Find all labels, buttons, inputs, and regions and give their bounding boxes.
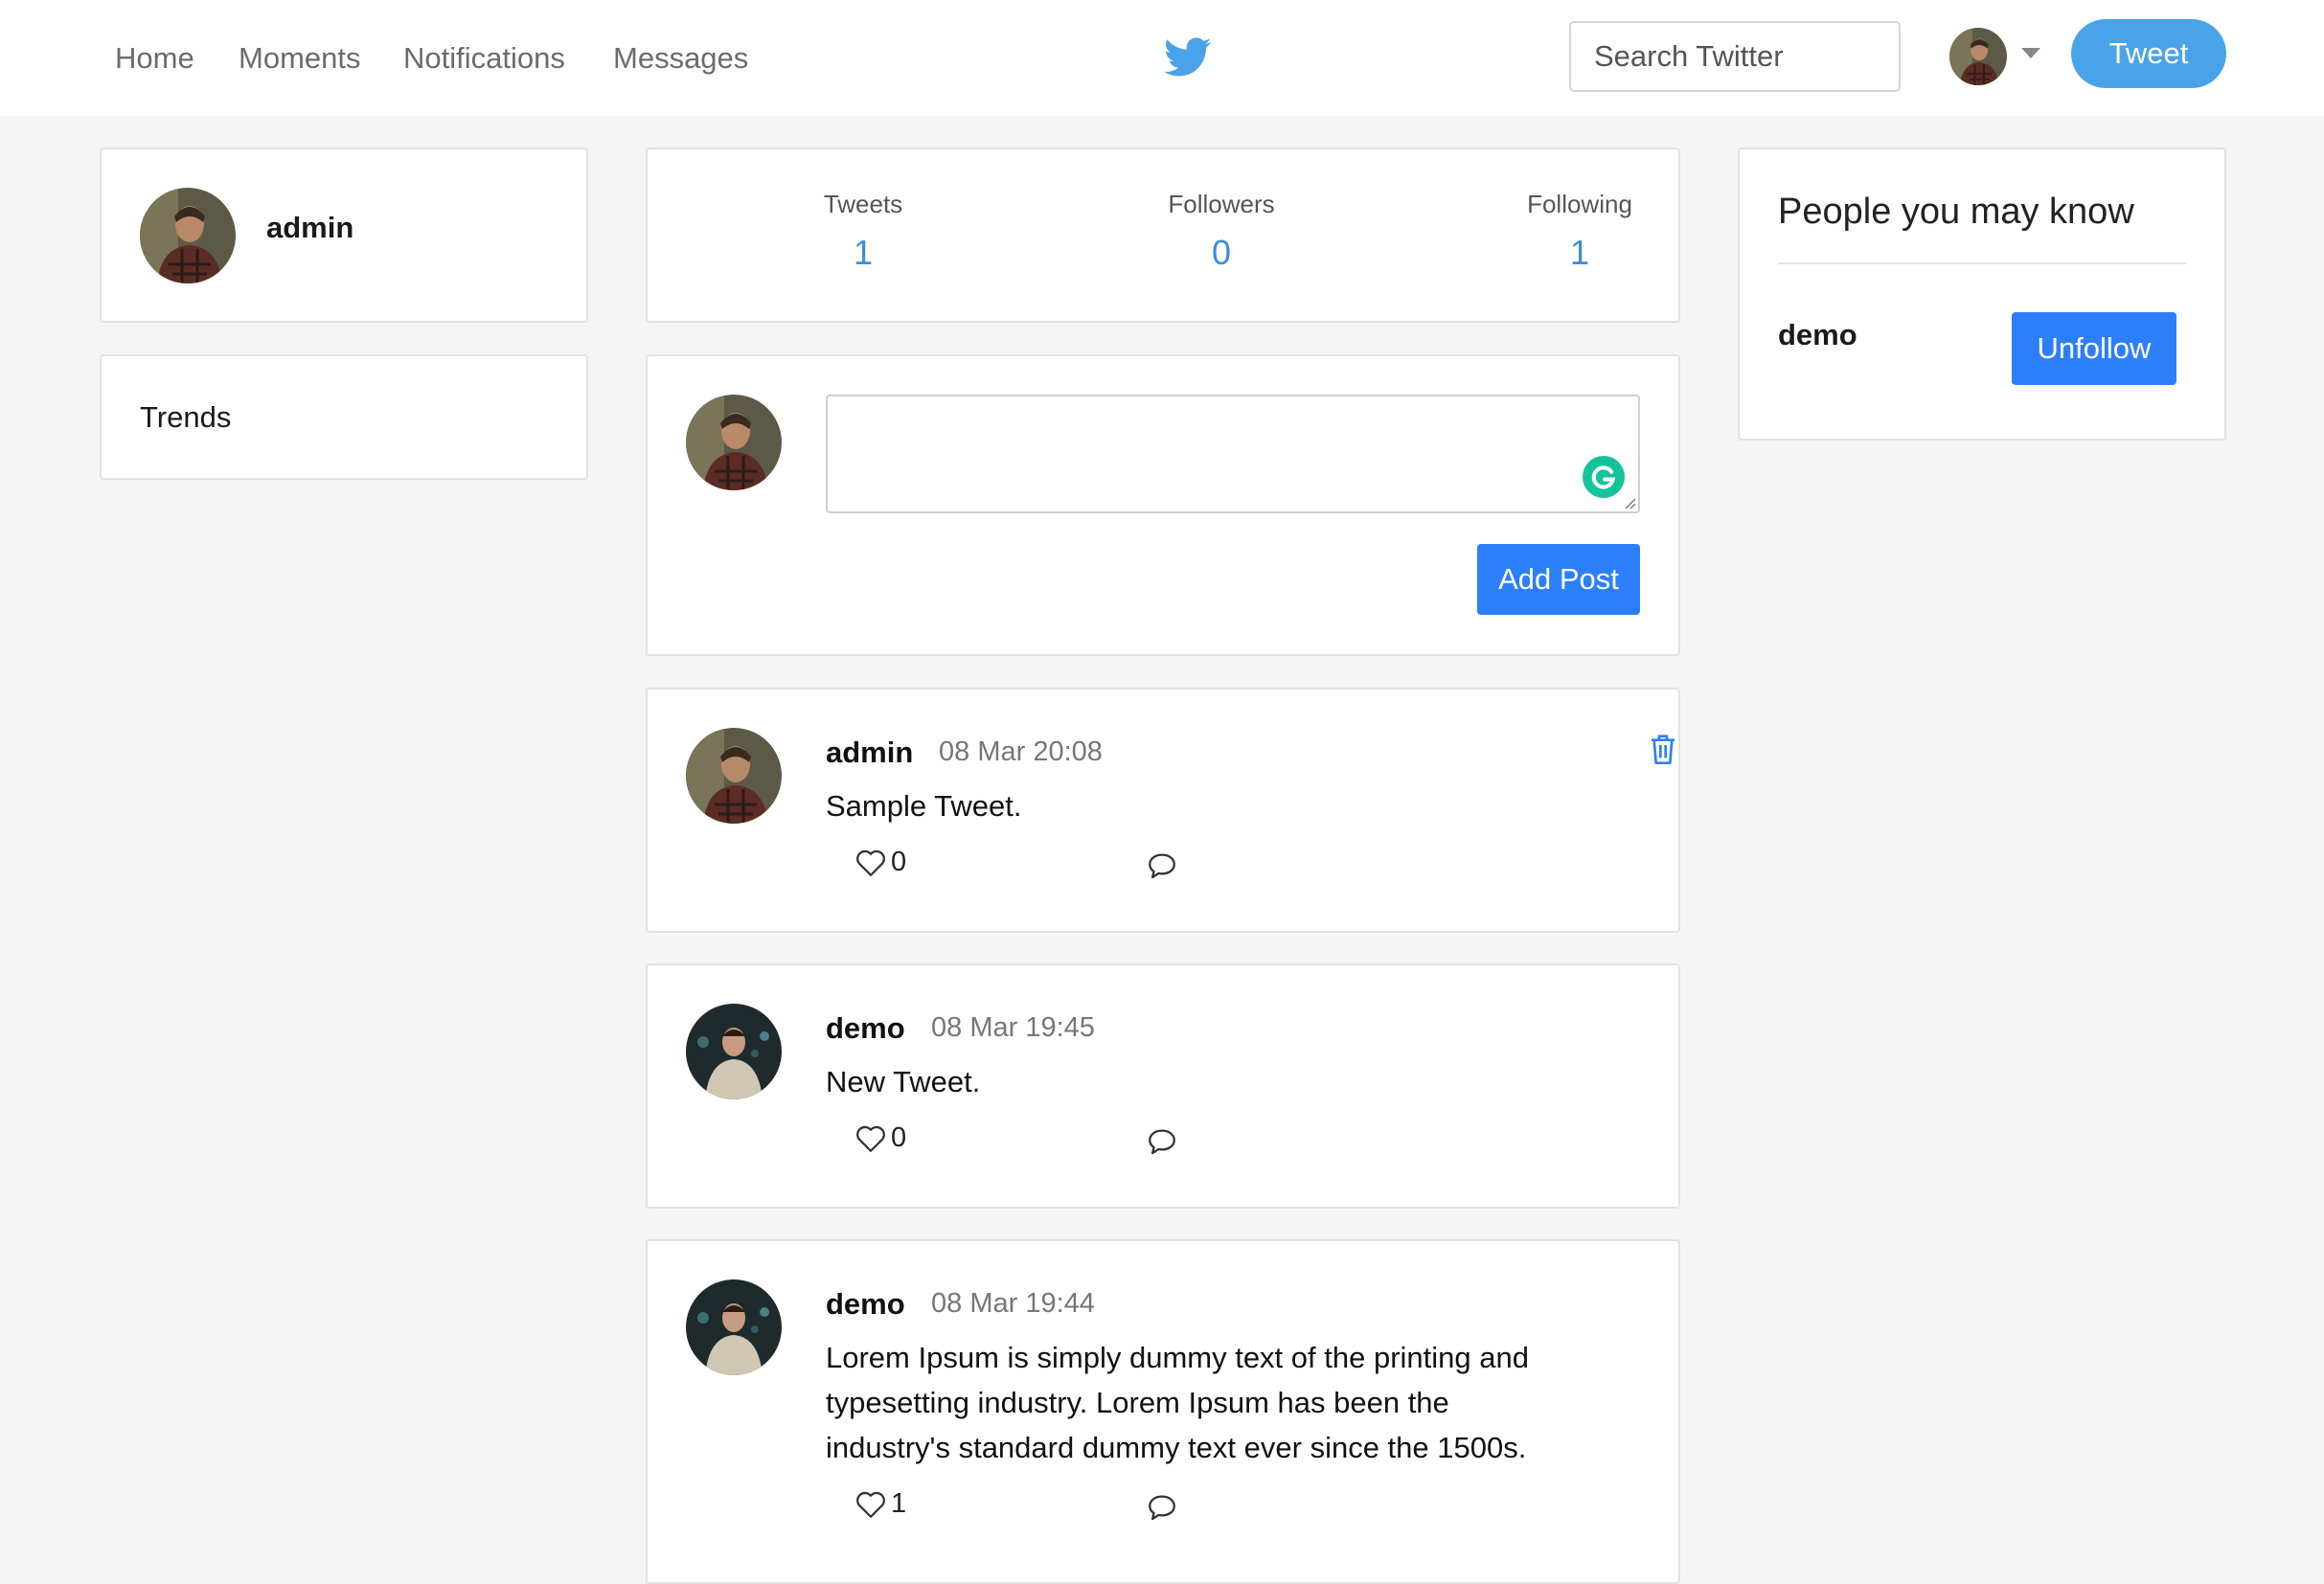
suggestions-title: People you may know (1778, 192, 2134, 232)
user-menu-avatar[interactable] (1949, 28, 2007, 85)
stat-followers-value: 0 (1211, 233, 1232, 272)
stat-tweets-value: 1 (853, 233, 874, 272)
nav-notifications-link[interactable]: Notifications (403, 38, 565, 79)
tweet-card: demo 08 Mar 19:44 Lorem Ipsum is simply … (646, 1239, 1680, 1584)
like-count: 0 (891, 1122, 907, 1153)
stat-followers-label: Followers (1168, 190, 1275, 218)
heart-icon (854, 1123, 887, 1154)
stat-following-label: Following (1527, 190, 1632, 218)
like-button[interactable]: 1 (854, 1488, 906, 1520)
nav-moments-link[interactable]: Moments (239, 38, 360, 79)
tweet-avatar[interactable] (686, 1004, 782, 1099)
tweet-author[interactable]: demo (826, 1011, 905, 1046)
unfollow-button[interactable]: Unfollow (2012, 312, 2176, 385)
tweet-text: New Tweet. (826, 1065, 981, 1098)
heart-icon (854, 1489, 887, 1520)
comment-icon[interactable] (1146, 850, 1178, 881)
search-input[interactable] (1569, 21, 1901, 92)
tweet-text: Sample Tweet. (826, 789, 1022, 823)
composer-avatar (686, 395, 782, 490)
tweet-timestamp: 08 Mar 20:08 (939, 736, 1103, 767)
like-button[interactable]: 0 (854, 1122, 906, 1154)
profile-username[interactable]: admin (266, 211, 353, 245)
comment-icon[interactable] (1146, 1126, 1178, 1157)
trends-card: Trends (100, 354, 588, 480)
tweet-button[interactable]: Tweet (2071, 19, 2226, 88)
tweet-textarea[interactable] (826, 395, 1640, 513)
profile-avatar[interactable] (140, 188, 236, 283)
nav-messages-link[interactable]: Messages (613, 38, 748, 79)
resize-handle-icon[interactable] (1623, 496, 1636, 509)
like-count: 1 (891, 1488, 907, 1519)
tweet-timestamp: 08 Mar 19:44 (931, 1288, 1095, 1319)
comment-icon[interactable] (1146, 1492, 1178, 1523)
stat-following-value: 1 (1569, 233, 1590, 272)
suggestion-name[interactable]: demo (1778, 318, 1857, 352)
tweet-author[interactable]: demo (826, 1287, 905, 1322)
divider (1778, 262, 2186, 264)
heart-icon (854, 848, 887, 878)
add-post-button[interactable]: Add Post (1477, 544, 1640, 615)
caret-down-icon[interactable] (2021, 48, 2040, 58)
trends-title: Trends (140, 400, 232, 434)
top-navbar: Home Moments Notifications Messages Twee… (0, 0, 2324, 116)
tweet-card: admin 08 Mar 20:08 Sample Tweet. 0 (646, 688, 1680, 933)
trash-icon[interactable] (1648, 732, 1678, 766)
stats-card: Tweets 1 Followers 0 Following 1 (646, 147, 1680, 323)
tweet-text: Lorem Ipsum is simply dummy text of the … (826, 1341, 1529, 1464)
tweet-card: demo 08 Mar 19:45 New Tweet. 0 (646, 963, 1680, 1209)
stat-following[interactable]: Following 1 (1455, 190, 1704, 273)
composer-card: Add Post (646, 354, 1680, 656)
tweet-avatar[interactable] (686, 728, 782, 824)
like-count: 0 (891, 847, 907, 877)
like-button[interactable]: 0 (854, 847, 906, 878)
stat-followers[interactable]: Followers 0 (1097, 190, 1346, 273)
tweet-avatar[interactable] (686, 1279, 782, 1375)
stat-tweets-label: Tweets (823, 190, 903, 218)
suggestions-card: People you may know demo Unfollow (1738, 147, 2226, 441)
stat-tweets[interactable]: Tweets 1 (739, 190, 988, 273)
tweet-timestamp: 08 Mar 19:45 (931, 1012, 1095, 1043)
grammarly-icon[interactable] (1583, 456, 1625, 498)
tweet-author[interactable]: admin (826, 735, 913, 770)
profile-card: admin (100, 147, 588, 323)
twitter-bird-icon[interactable] (1164, 36, 1212, 79)
nav-home-link[interactable]: Home (115, 38, 194, 79)
